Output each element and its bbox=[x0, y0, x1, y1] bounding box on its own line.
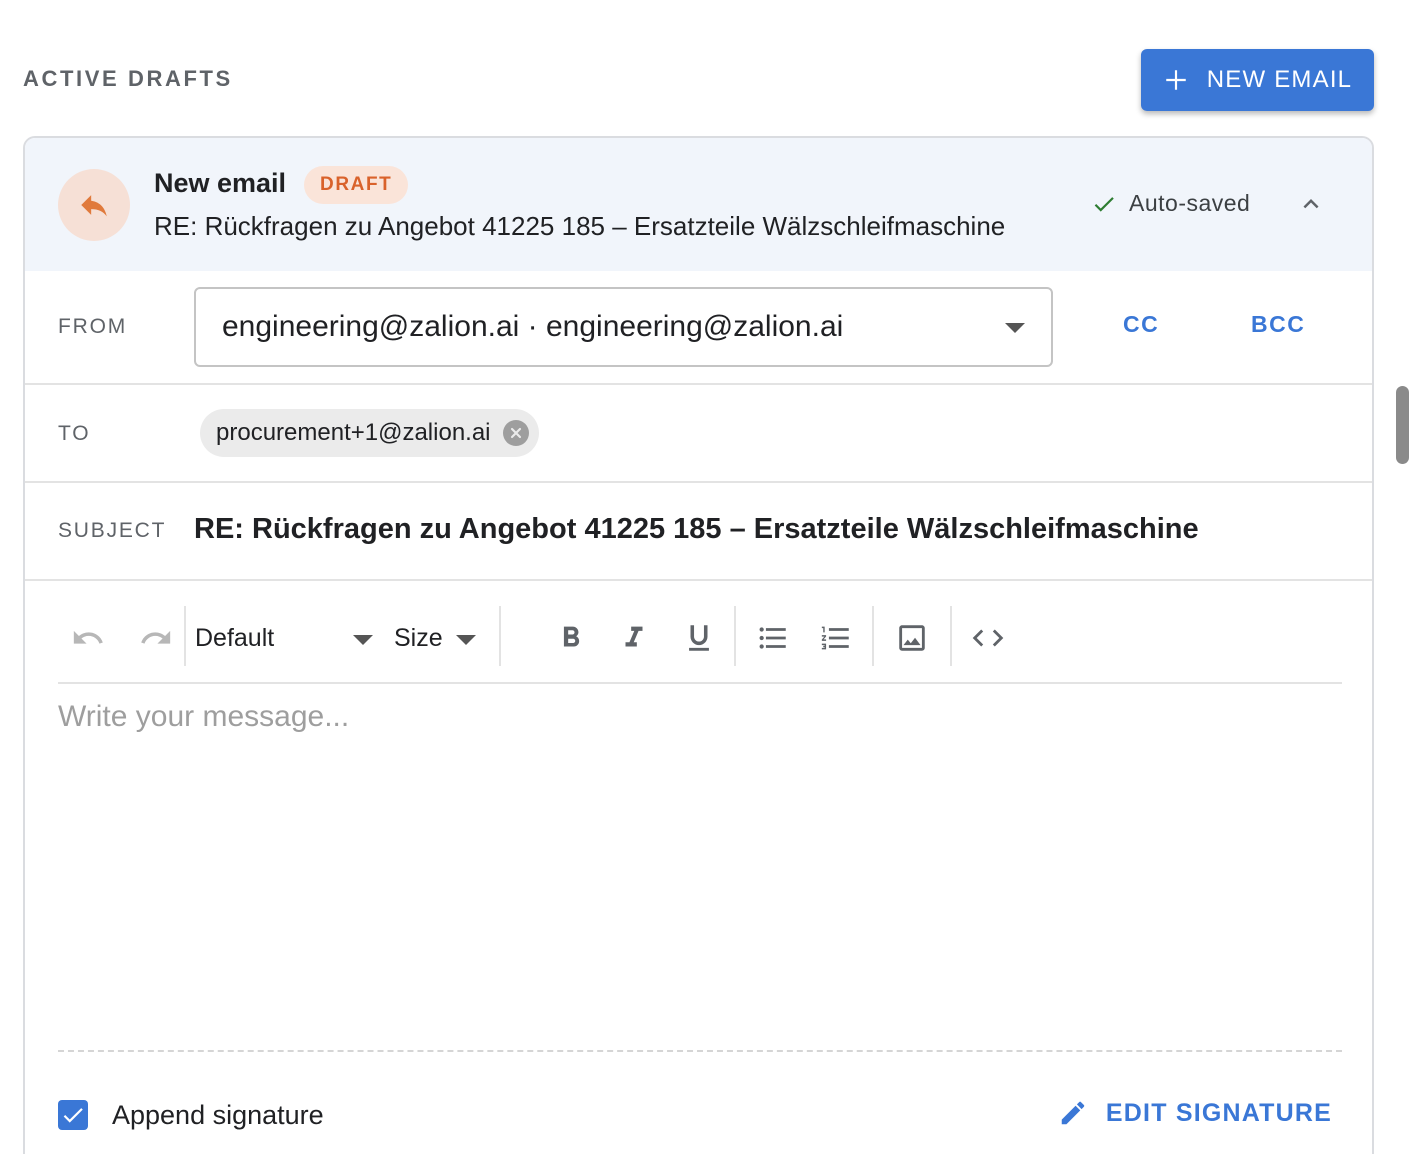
draft-subject-preview: RE: Rückfragen zu Angebot 41225 185 – Er… bbox=[154, 211, 1006, 241]
reply-icon bbox=[81, 195, 107, 217]
draft-card: New email DRAFT RE: Rückfragen zu Angebo… bbox=[23, 136, 1374, 1154]
message-body-editor[interactable]: Write your message... bbox=[58, 700, 1342, 1050]
chevron-up-icon bbox=[1303, 199, 1319, 209]
font-size-select[interactable]: Size bbox=[394, 618, 484, 658]
code-icon bbox=[972, 629, 1004, 647]
bold-button[interactable] bbox=[552, 618, 590, 658]
collapse-button[interactable] bbox=[1295, 188, 1327, 220]
subject-input[interactable]: RE: Rückfragen zu Angebot 41225 185 – Er… bbox=[194, 513, 1199, 546]
from-label: FROM bbox=[58, 315, 128, 338]
reply-avatar bbox=[58, 169, 130, 241]
edit-signature-button[interactable]: EDIT SIGNATURE bbox=[1058, 1098, 1332, 1128]
from-row: FROM engineering@zalion.ai · engineering… bbox=[25, 271, 1372, 385]
append-signature-checkbox[interactable] bbox=[58, 1100, 88, 1130]
draft-title: New email bbox=[154, 168, 287, 198]
numbered-list-button[interactable] bbox=[816, 618, 856, 658]
undo-icon bbox=[73, 630, 103, 644]
close-icon bbox=[510, 427, 521, 439]
bulleted-list-icon bbox=[759, 627, 786, 649]
undo-button[interactable] bbox=[68, 618, 108, 658]
numbered-list-icon bbox=[821, 626, 849, 650]
new-email-button[interactable]: NEW EMAIL bbox=[1141, 49, 1374, 111]
page-scrollbar-thumb[interactable] bbox=[1396, 386, 1409, 464]
append-signature-label: Append signature bbox=[112, 1100, 324, 1130]
autosave-status: Auto-saved bbox=[1091, 190, 1250, 217]
to-label: TO bbox=[58, 422, 91, 445]
image-icon bbox=[899, 625, 925, 651]
redo-button[interactable] bbox=[136, 618, 176, 658]
italic-button[interactable] bbox=[615, 618, 653, 658]
caret-down-icon bbox=[353, 635, 373, 645]
subject-label: SUBJECT bbox=[58, 519, 167, 542]
draft-status-badge: DRAFT bbox=[304, 166, 409, 204]
signature-row: Append signature EDIT SIGNATURE bbox=[58, 1096, 1342, 1136]
autosave-label: Auto-saved bbox=[1129, 190, 1251, 216]
section-title: ACTIVE DRAFTS bbox=[23, 66, 233, 91]
new-email-label: NEW EMAIL bbox=[1206, 66, 1353, 93]
code-view-button[interactable] bbox=[968, 618, 1008, 658]
recipient-email: procurement+1@zalion.ai bbox=[216, 419, 491, 446]
recipient-chip[interactable]: procurement+1@zalion.ai bbox=[200, 409, 539, 457]
bold-icon bbox=[563, 626, 580, 647]
editor-toolbar: Default Size bbox=[58, 596, 1342, 684]
check-icon bbox=[63, 1108, 83, 1123]
italic-icon bbox=[625, 626, 643, 647]
caret-down-icon bbox=[1005, 323, 1025, 333]
subject-row: SUBJECT RE: Rückfragen zu Angebot 41225 … bbox=[25, 483, 1372, 581]
insert-image-button[interactable] bbox=[892, 618, 932, 658]
font-family-value: Default bbox=[195, 623, 275, 652]
check-icon bbox=[1094, 196, 1114, 212]
to-row: TO procurement+1@zalion.ai bbox=[25, 385, 1372, 483]
remove-recipient-icon[interactable] bbox=[502, 420, 529, 446]
font-size-value: Size bbox=[394, 623, 443, 652]
from-select[interactable]: engineering@zalion.ai · engineering@zali… bbox=[194, 287, 1053, 367]
redo-icon bbox=[141, 630, 171, 644]
edit-signature-label: EDIT SIGNATURE bbox=[1105, 1098, 1332, 1127]
bulleted-list-button[interactable] bbox=[753, 618, 793, 658]
underline-button[interactable] bbox=[680, 618, 718, 658]
signature-divider bbox=[58, 1050, 1342, 1052]
caret-down-icon bbox=[456, 635, 476, 645]
pencil-icon bbox=[1061, 1101, 1085, 1125]
cc-button[interactable]: CC bbox=[1123, 311, 1159, 338]
font-family-select[interactable]: Default bbox=[195, 618, 375, 658]
bcc-button[interactable]: BCC bbox=[1251, 311, 1305, 338]
from-value: engineering@zalion.ai · engineering@zali… bbox=[222, 310, 844, 343]
plus-icon bbox=[1166, 70, 1186, 90]
underline-icon bbox=[689, 625, 709, 651]
draft-header[interactable]: New email DRAFT RE: Rückfragen zu Angebo… bbox=[25, 138, 1372, 271]
